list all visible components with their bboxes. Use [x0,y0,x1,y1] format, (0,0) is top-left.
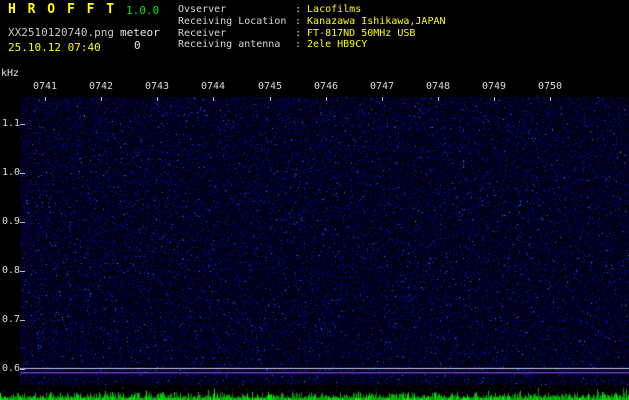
y-tick-mark [20,320,25,321]
y-tick-mark [20,173,25,174]
x-tick-label: 0743 [145,81,170,92]
x-tick-label: 0747 [370,81,395,92]
info-value: FT-817ND 50MHz USB [307,27,416,39]
station-info: Ovserver: Lacofilms Receiving Location: Ka… [178,4,446,51]
info-row: Receiving Location: Kanazawa Ishikawa,JAP… [178,16,446,28]
app-title: H R O F F T [8,2,117,17]
info-row: Ovserver: Lacofilms [178,4,446,16]
info-label: Ovserver [178,4,227,15]
info-value: 2ele HB9CY [307,39,368,51]
x-tick-mark [270,97,271,101]
info-label: Receiving Location [178,15,287,27]
x-tick-label: 0742 [89,81,114,92]
hrofft-app-window: H R O F F T 1.0.0 XX2510120740.png meteo… [0,0,629,400]
x-tick-mark [213,97,214,101]
y-tick-mark [20,222,25,223]
x-tick-mark [101,97,102,101]
x-tick-label: 0741 [33,81,58,92]
x-tick-label: 0749 [482,81,507,92]
x-tick-mark [382,97,383,101]
x-tick-label: 0746 [314,81,339,92]
timestamp: 25.10.12 07:40 [8,41,101,54]
x-tick-mark [326,97,327,101]
x-tick-label: 0750 [538,81,563,92]
x-tick-mark [550,97,551,101]
x-tick-mark [157,97,158,101]
info-row: Receiving antenna:2ele HB9CY [178,39,446,51]
x-tick-label: 0744 [201,81,226,92]
info-value: Lacofilms [307,4,362,15]
info-label: Receiver [178,27,227,39]
meteor-count: 0 [134,39,141,52]
mode-label: meteor [120,26,160,39]
x-tick-label: 0745 [258,81,283,92]
y-tick-label: 0.7 [2,314,21,325]
y-tick-label: 0.8 [2,265,21,276]
info-row: Receiver: FT-817ND 50MHz USB [178,28,446,40]
output-filename: XX2510120740.png [8,26,114,39]
x-tick-label: 0748 [426,81,451,92]
y-tick-label: 1.1 [2,118,21,129]
y-axis-unit-label: kHz [1,68,20,79]
x-tick-mark [438,97,439,101]
spectrogram-canvas [0,0,629,400]
y-tick-label: 0.9 [2,216,21,227]
x-tick-mark [494,97,495,101]
y-tick-label: 1.0 [2,167,21,178]
y-tick-label: 0.6 [2,363,21,374]
info-value: Kanazawa Ishikawa,JAPAN [307,15,446,27]
y-tick-mark [20,369,25,370]
y-tick-mark [20,271,25,272]
x-tick-mark [45,97,46,101]
app-version: 1.0.0 [126,4,160,17]
info-label: Receiving antenna [178,39,281,51]
y-tick-mark [20,124,25,125]
